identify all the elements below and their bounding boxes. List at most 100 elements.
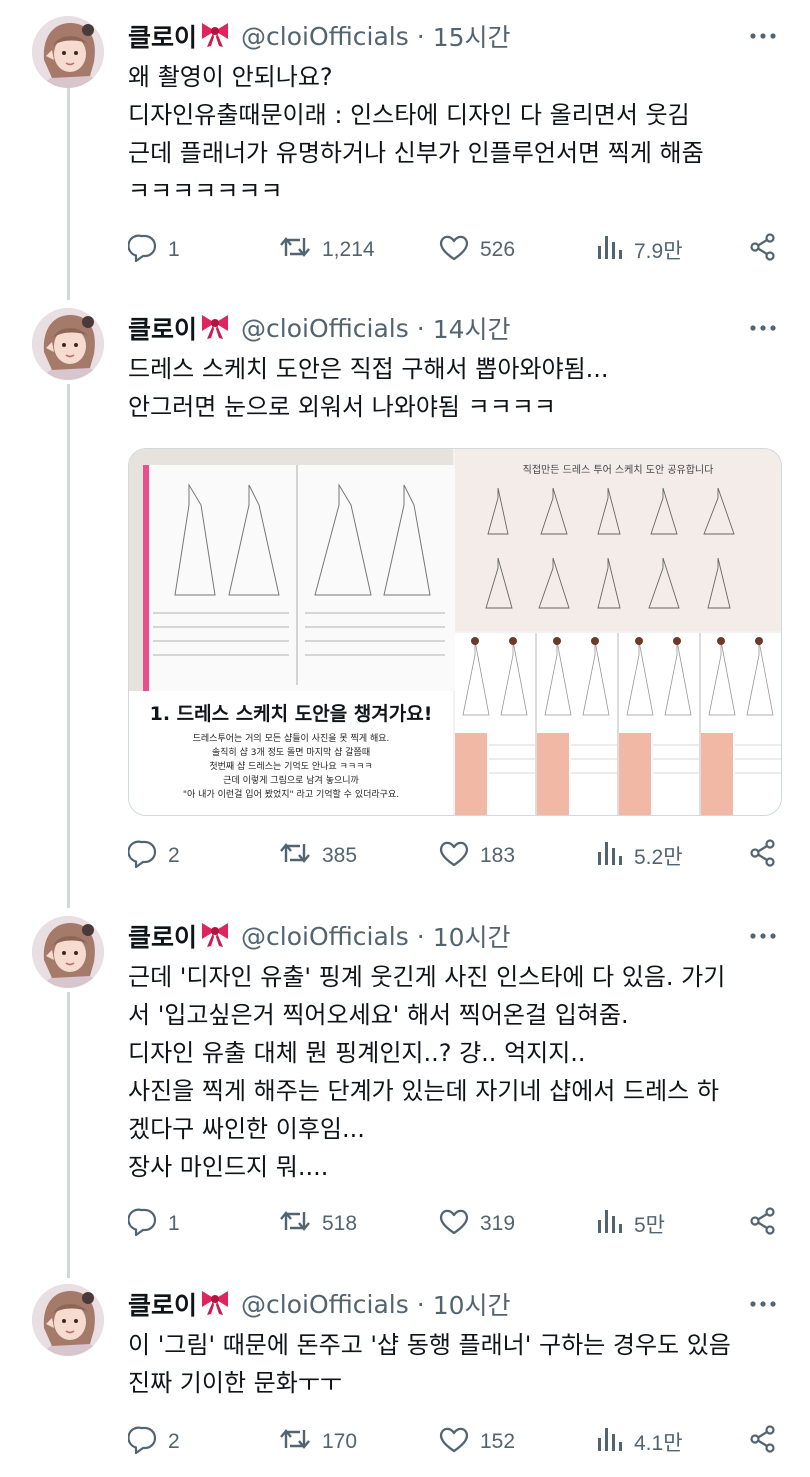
timestamp[interactable]: 10시간 <box>433 1286 511 1322</box>
reply-button[interactable]: 2 <box>128 834 180 878</box>
action-bar: 2 385 183 5.2만 <box>128 834 788 878</box>
media-grid[interactable]: 1. 드레스 스케치 도안을 챙겨가요! 드레스투어는 거의 모든 샵들이 사진… <box>128 448 782 816</box>
like-button[interactable]: 319 <box>438 1202 515 1246</box>
avatar[interactable] <box>32 16 104 88</box>
tweet-line: 사진을 찍게 해주는 단계가 있는데 자기네 샵에서 드레스 하 <box>128 1077 719 1105</box>
retweet-count: 1,214 <box>322 238 375 261</box>
ribbon-bow-icon <box>199 309 231 347</box>
share-button[interactable] <box>748 834 788 878</box>
retweet-button[interactable]: 518 <box>278 1202 357 1246</box>
more-options-icon[interactable] <box>746 24 780 48</box>
reply-button[interactable]: 1 <box>128 1202 180 1246</box>
action-bar: 1 518 319 5만 <box>128 1202 788 1246</box>
like-button[interactable]: 152 <box>438 1420 515 1464</box>
share-button[interactable] <box>748 1202 788 1246</box>
reply-count: 2 <box>168 844 180 867</box>
more-options-icon[interactable] <box>746 1292 780 1316</box>
tweet-line: 겠다구 싸인한 이후임... <box>128 1115 365 1143</box>
more-options-icon[interactable] <box>746 924 780 948</box>
retweet-button[interactable]: 385 <box>278 834 357 878</box>
sketch-sheets-grid <box>455 633 781 815</box>
retweet-icon <box>278 838 322 874</box>
tweet-text: 드레스 스케치 도안은 직접 구해서 뽑아와야됨... 안그러면 눈으로 외워서… <box>128 350 788 426</box>
tweet-header: 클로이 @cloiOfficials · 10시간 <box>128 916 511 956</box>
tweet-text: 왜 촬영이 안되나요? 디자인유출때문이래 : 인스타에 디자인 다 올리면서 … <box>128 58 788 210</box>
retweet-icon <box>278 1424 322 1460</box>
tweet-line: 디자인유출때문이래 : 인스타에 디자인 다 올리면서 웃김 <box>128 101 690 129</box>
share-button[interactable] <box>748 228 788 272</box>
display-name[interactable]: 클로이 <box>128 310 197 346</box>
avatar[interactable] <box>32 1284 104 1356</box>
display-name[interactable]: 클로이 <box>128 1286 197 1322</box>
views-button[interactable]: 4.1만 <box>594 1420 683 1464</box>
separator-dot: · <box>416 1289 425 1319</box>
user-handle[interactable]: @cloiOfficials <box>241 22 409 51</box>
like-button[interactable]: 526 <box>438 228 515 272</box>
media-image-left[interactable]: 1. 드레스 스케치 도안을 챙겨가요! 드레스투어는 거의 모든 샵들이 사진… <box>129 449 455 815</box>
avatar[interactable] <box>32 308 104 380</box>
views-button[interactable]: 5만 <box>594 1202 665 1246</box>
timestamp[interactable]: 14시간 <box>433 310 511 346</box>
reply-button[interactable]: 1 <box>128 228 180 272</box>
separator-dot: · <box>416 921 425 951</box>
share-icon <box>748 1424 788 1460</box>
like-icon <box>438 1424 480 1460</box>
reply-count: 1 <box>168 1212 180 1235</box>
ribbon-bow-icon <box>199 917 231 955</box>
user-handle[interactable]: @cloiOfficials <box>241 922 409 951</box>
avatar[interactable] <box>32 916 104 988</box>
reply-icon <box>128 1424 168 1460</box>
dress-sketches <box>153 465 445 685</box>
display-name[interactable]: 클로이 <box>128 18 197 54</box>
tweet-header: 클로이 @cloiOfficials · 15시간 <box>128 16 511 56</box>
views-count: 5.2만 <box>634 846 683 869</box>
media-caption-text: 드레스투어는 거의 모든 샵들이 사진을 못 찍게 해요. 솔직히 샵 3개 정… <box>182 734 400 800</box>
retweet-count: 518 <box>322 1212 358 1235</box>
display-name[interactable]: 클로이 <box>128 918 197 954</box>
tweet-text: 이 '그림' 때문에 돈주고 '샵 동행 플래너' 구하는 경우도 있음 진짜 … <box>128 1326 788 1402</box>
tweet-line: 서 '입고싶은거 찍어오세요' 해서 찍어온걸 입혀줌. <box>128 1001 629 1029</box>
retweet-count: 385 <box>322 844 358 867</box>
media-right-title: 직접만든 드레스 투어 스케치 도안 공유합니다 <box>522 465 714 476</box>
views-icon <box>594 1206 634 1242</box>
timestamp[interactable]: 15시간 <box>433 18 511 54</box>
like-count: 152 <box>480 1430 516 1453</box>
like-button[interactable]: 183 <box>438 834 515 878</box>
sketch-sheet <box>143 465 455 691</box>
timestamp[interactable]: 10시간 <box>433 918 511 954</box>
tweet-line: 왜 촬영이 안되나요? <box>128 63 333 91</box>
views-icon <box>594 838 634 874</box>
media-image-bottom-right[interactable] <box>455 633 781 815</box>
share-button[interactable] <box>748 1420 788 1464</box>
media-image-top-right[interactable]: 직접만든 드레스 투어 스케치 도안 공유합니다 <box>455 449 781 631</box>
retweet-button[interactable]: 1,214 <box>278 228 375 272</box>
tweet-header: 클로이 @cloiOfficials · 14시간 <box>128 308 511 348</box>
tweet-text: 근데 '디자인 유출' 핑계 웃긴게 사진 인스타에 다 있음. 가기 서 '입… <box>128 958 788 1186</box>
retweet-icon <box>278 1206 322 1242</box>
separator-dot: · <box>416 21 425 51</box>
thread-line-1 <box>67 86 70 300</box>
views-button[interactable]: 5.2만 <box>594 834 683 878</box>
user-handle[interactable]: @cloiOfficials <box>241 1290 409 1319</box>
views-count: 4.1만 <box>634 1432 683 1455</box>
ribbon-bow-icon <box>199 1285 231 1323</box>
more-options-icon[interactable] <box>746 316 780 340</box>
tweet-line: 장사 마인드지 뭐.... <box>128 1153 329 1181</box>
reply-icon <box>128 232 168 268</box>
tweet-line: 안그러면 눈으로 외워서 나와야됨 ㅋㅋㅋㅋ <box>128 393 556 421</box>
thread-line-3 <box>67 992 70 1278</box>
user-handle[interactable]: @cloiOfficials <box>241 314 409 343</box>
media-caption-title: 1. 드레스 스케치 도안을 챙겨가요! <box>149 703 433 725</box>
tweet-line: 이 '그림' 때문에 돈주고 '샵 동행 플래너' 구하는 경우도 있음 <box>128 1331 731 1359</box>
reply-icon <box>128 838 168 874</box>
reply-count: 2 <box>168 1430 180 1453</box>
like-icon <box>438 838 480 874</box>
views-icon <box>594 232 634 268</box>
reply-button[interactable]: 2 <box>128 1420 180 1464</box>
retweet-button[interactable]: 170 <box>278 1420 357 1464</box>
tweet-line: 근데 '디자인 유출' 핑계 웃긴게 사진 인스타에 다 있음. 가기 <box>128 963 726 991</box>
tweet-line: 디자인 유출 대체 뭔 핑계인지..? 걍.. 억지지.. <box>128 1039 586 1067</box>
views-button[interactable]: 7.9만 <box>594 228 683 272</box>
dress-sketch-grid <box>485 487 735 609</box>
retweet-icon <box>278 232 322 268</box>
